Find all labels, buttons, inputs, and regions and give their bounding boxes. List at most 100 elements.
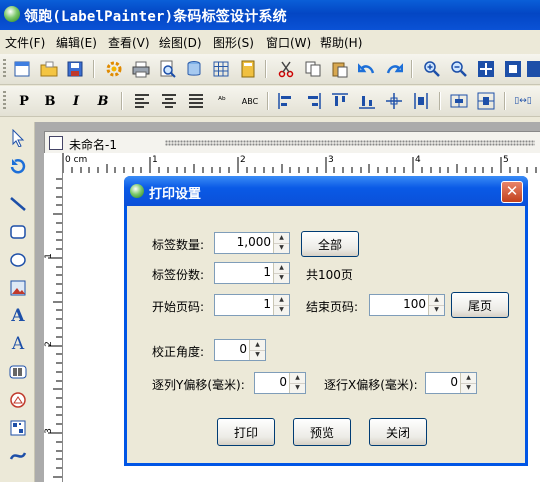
angle-stepper[interactable]: 0 ▲ ▼	[214, 339, 266, 361]
column-offset-value: 0	[279, 375, 287, 389]
outline-text-tool-icon[interactable]: A	[6, 332, 30, 356]
start-page-value: 1	[263, 297, 271, 311]
angle-spin-buttons[interactable]: ▲ ▼	[249, 340, 265, 360]
format-toolbar-grip[interactable]	[3, 91, 6, 111]
abc-text-button[interactable]: ABC	[237, 90, 263, 112]
copy-icon[interactable]	[302, 58, 324, 80]
document-icon	[49, 136, 63, 150]
rotate-icon[interactable]	[6, 154, 30, 178]
distribute-horizontal-icon[interactable]	[383, 90, 405, 112]
spin-down-icon[interactable]: ▼	[429, 305, 444, 315]
image-tool-icon[interactable]	[6, 276, 30, 300]
actual-size-icon[interactable]	[502, 58, 524, 80]
redo-icon[interactable]	[383, 58, 405, 80]
zoom-in-icon[interactable]	[421, 58, 443, 80]
close-button[interactable]: 关闭	[369, 418, 427, 446]
print-icon[interactable]	[130, 58, 152, 80]
align-center-icon[interactable]	[158, 90, 180, 112]
start-page-spin-buttons[interactable]: ▲ ▼	[273, 295, 289, 315]
align-bottom-edge-icon[interactable]	[356, 90, 378, 112]
bold-italic-button[interactable]: B	[92, 90, 114, 112]
column-offset-spin-buttons[interactable]: ▲ ▼	[289, 373, 305, 393]
align-left-edge-icon[interactable]	[275, 90, 297, 112]
database-icon[interactable]	[183, 58, 205, 80]
shape-tool-icon[interactable]	[6, 388, 30, 412]
qrcode-tool-icon[interactable]	[6, 416, 30, 440]
center-horizontal-icon[interactable]	[448, 90, 470, 112]
menu-edit[interactable]: 编辑(E)	[56, 34, 97, 51]
spin-down-icon[interactable]: ▼	[250, 350, 265, 360]
dialog-body: 标签数量: 1,000 ▲ ▼ 全部 标签份数: 1 ▲ ▼ 共100页 开始页码:…	[127, 206, 525, 463]
last-page-button[interactable]: 尾页	[451, 292, 509, 318]
end-page-label: 结束页码:	[306, 300, 359, 314]
label-count-stepper[interactable]: 1,000 ▲ ▼	[214, 232, 290, 254]
vertical-ruler: 1 2 3	[44, 173, 63, 482]
ellipse-tool-icon[interactable]	[6, 248, 30, 272]
all-button[interactable]: 全部	[301, 231, 359, 257]
italic-button[interactable]: I	[65, 90, 87, 112]
menu-view[interactable]: 查看(V)	[108, 34, 150, 51]
distribute-vertical-icon[interactable]	[410, 90, 432, 112]
pointer-icon[interactable]	[6, 126, 30, 150]
copies-value: 1	[263, 265, 271, 279]
fit-page-icon[interactable]	[475, 58, 497, 80]
zoom-extra-icon[interactable]	[524, 58, 540, 80]
end-page-spin-buttons[interactable]: ▲ ▼	[428, 295, 444, 315]
bold-button[interactable]: B	[39, 90, 61, 112]
start-page-stepper[interactable]: 1 ▲ ▼	[214, 294, 290, 316]
menu-help[interactable]: 帮助(H)	[320, 34, 362, 51]
vruler-mark-2: 2	[43, 341, 54, 347]
rectangle-tool-icon[interactable]	[6, 220, 30, 244]
align-top-edge-icon[interactable]	[329, 90, 351, 112]
cut-icon[interactable]	[275, 58, 297, 80]
document-tab[interactable]: 未命名-1	[44, 131, 540, 154]
spin-down-icon[interactable]: ▼	[274, 243, 289, 253]
spin-down-icon[interactable]: ▼	[274, 305, 289, 315]
font-icon[interactable]: P	[13, 90, 35, 112]
grid-icon[interactable]	[210, 58, 232, 80]
tool-palette: A A	[0, 122, 35, 482]
copies-stepper[interactable]: 1 ▲ ▼	[214, 262, 290, 284]
line-tool-icon[interactable]	[6, 192, 30, 216]
new-icon[interactable]	[11, 58, 33, 80]
menu-shape[interactable]: 图形(S)	[213, 34, 254, 51]
spacing-icon[interactable]: ▯↔▯	[512, 90, 534, 112]
align-right-edge-icon[interactable]	[302, 90, 324, 112]
center-vertical-icon[interactable]	[475, 90, 497, 112]
toolbar-grip[interactable]	[3, 59, 6, 79]
paste-icon[interactable]	[329, 58, 351, 80]
menu-window[interactable]: 窗口(W)	[266, 34, 311, 51]
spin-down-icon[interactable]: ▼	[461, 383, 476, 393]
end-page-stepper[interactable]: 100 ▲ ▼	[369, 294, 445, 316]
row-offset-stepper[interactable]: 0 ▲ ▼	[425, 372, 477, 394]
char-spacing-icon[interactable]: ᴬᵇ	[211, 90, 233, 112]
dialog-close-icon[interactable]: ✕	[501, 181, 523, 203]
vruler-mark-1: 1	[43, 253, 54, 259]
label-count-spin-buttons[interactable]: ▲ ▼	[273, 233, 289, 253]
menu-draw[interactable]: 绘图(D)	[159, 34, 202, 51]
ruler-mark-3: 3	[328, 155, 334, 165]
dialog-title-bar[interactable]: 打印设置 ✕	[124, 176, 528, 206]
undo-icon[interactable]	[356, 58, 378, 80]
print-button[interactable]: 打印	[217, 418, 275, 446]
curve-tool-icon[interactable]	[6, 444, 30, 468]
copies-spin-buttons[interactable]: ▲ ▼	[273, 263, 289, 283]
settings-gear-icon[interactable]	[103, 58, 125, 80]
column-offset-stepper[interactable]: 0 ▲ ▼	[254, 372, 306, 394]
barcode-tool-icon[interactable]	[6, 360, 30, 384]
print-preview-icon[interactable]	[156, 58, 178, 80]
zoom-out-icon[interactable]	[448, 58, 470, 80]
spin-down-icon[interactable]: ▼	[290, 383, 305, 393]
copies-label: 标签份数:	[152, 268, 205, 282]
menu-file[interactable]: 文件(F)	[5, 34, 45, 51]
open-icon[interactable]	[38, 58, 60, 80]
row-offset-spin-buttons[interactable]: ▲ ▼	[460, 373, 476, 393]
spin-down-icon[interactable]: ▼	[274, 273, 289, 283]
calculator-icon[interactable]	[237, 58, 259, 80]
align-left-icon[interactable]	[131, 90, 153, 112]
align-justify-icon[interactable]	[185, 90, 207, 112]
preview-button[interactable]: 预览	[293, 418, 351, 446]
save-icon[interactable]	[64, 58, 86, 80]
text-tool-icon[interactable]: A	[6, 304, 30, 328]
horizontal-ruler: 0 cm 1 2 3 4 5	[44, 153, 540, 174]
